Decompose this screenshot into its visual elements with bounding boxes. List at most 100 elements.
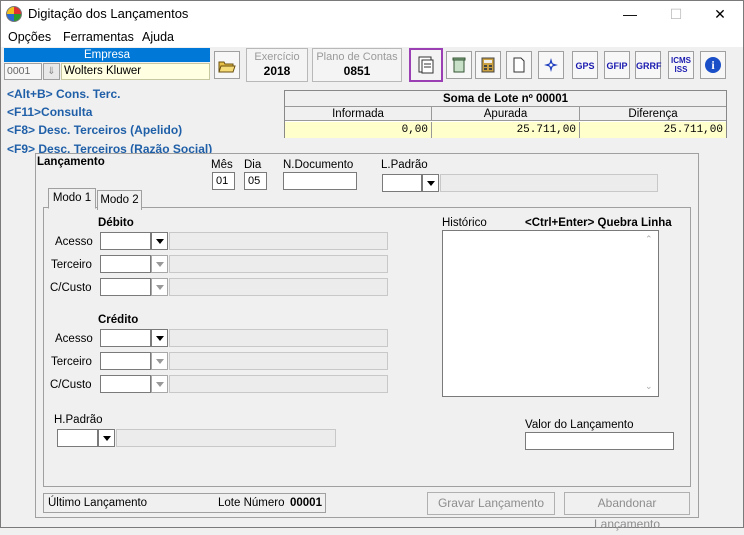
debito-ccusto-description <box>169 278 388 296</box>
status-panel: Último Lançamento Lote Número 00001 <box>43 493 326 513</box>
lote-summary-table: Soma de Lote nº 00001 Informada Apurada … <box>284 90 727 138</box>
grrf-label: GRRF <box>636 61 662 71</box>
lote-col-apurada: Apurada <box>432 107 580 121</box>
compass-button[interactable] <box>538 51 564 79</box>
historico-label: Histórico <box>442 217 487 229</box>
hpadrao-label: H.Padrão <box>54 414 103 426</box>
lpadrao-label: L.Padrão <box>381 159 428 171</box>
credito-acesso-input[interactable] <box>100 329 151 347</box>
credito-terceiro-dropdown[interactable] <box>151 352 168 370</box>
menu-opcoes[interactable]: Opções <box>8 30 51 44</box>
lote-col-diferenca: Diferença <box>580 107 726 121</box>
valor-label: Valor do Lançamento <box>525 419 634 431</box>
menu-ajuda[interactable]: Ajuda <box>142 30 174 44</box>
debito-acesso-dropdown[interactable] <box>151 232 168 250</box>
lote-numero-value: 00001 <box>290 497 322 509</box>
open-folder-button[interactable] <box>214 51 240 79</box>
open-folder-icon <box>218 61 236 73</box>
lote-value-informada: 0,00 <box>285 122 432 138</box>
grrf-button[interactable]: GRRF <box>635 51 662 79</box>
title-bar: Digitação dos Lançamentos — ☐ ✕ <box>1 1 743 27</box>
abandonar-lancamento-button[interactable]: Abandonar Lançamento <box>564 492 690 531</box>
menu-ferramentas[interactable]: Ferramentas <box>63 30 134 44</box>
mes-input[interactable]: 01 <box>212 172 235 190</box>
scroll-up-icon[interactable]: ⌃ <box>645 234 653 245</box>
gps-button[interactable]: GPS <box>572 51 598 79</box>
credito-title: Crédito <box>98 314 139 326</box>
credito-ccusto-dropdown[interactable] <box>151 375 168 393</box>
info-button[interactable]: i <box>700 51 726 79</box>
lote-value-apurada: 25.711,00 <box>432 122 580 138</box>
exercicio-panel: Exercício 2018 <box>246 48 308 82</box>
gfip-button[interactable]: GFIP <box>604 51 630 79</box>
gravar-lancamento-button[interactable]: Gravar Lançamento <box>427 492 555 515</box>
plano-panel: Plano de Contas 0851 <box>312 48 402 82</box>
dia-label: Dia <box>244 159 262 171</box>
plano-value: 0851 <box>343 64 371 78</box>
scroll-down-icon[interactable]: ⌄ <box>645 381 653 392</box>
debito-acesso-input[interactable] <box>100 232 151 250</box>
lote-title: Soma de Lote nº 00001 <box>285 91 726 107</box>
gfip-label: GFIP <box>606 61 628 71</box>
hotkey-consulta: <F11>Consulta <box>7 105 93 119</box>
debito-terceiro-dropdown[interactable] <box>151 255 168 273</box>
credito-ccusto-input[interactable] <box>100 375 151 393</box>
recycle-bin-icon <box>452 57 466 73</box>
hotkey-desc-apelido: <F8> Desc. Terceiros (Apelido) <box>7 123 183 137</box>
paste-document-icon <box>418 56 434 74</box>
debito-title: Débito <box>98 217 134 229</box>
mes-label: Mês <box>211 159 233 171</box>
window-title: Digitação dos Lançamentos <box>28 6 189 21</box>
lote-col-informada: Informada <box>285 107 432 121</box>
lpadrao-dropdown[interactable] <box>422 174 439 192</box>
icms-iss-label: ICMS ISS <box>671 56 691 74</box>
empresa-spin-icon[interactable]: ⇓ <box>43 63 60 80</box>
empresa-code-field[interactable]: 0001 <box>4 63 42 80</box>
lote-value-diferenca: 25.711,00 <box>580 122 726 138</box>
credito-ccusto-description <box>169 375 388 393</box>
lote-numero-label: Lote Número <box>218 497 285 509</box>
lpadrao-description <box>440 174 658 192</box>
debito-ccusto-dropdown[interactable] <box>151 278 168 296</box>
blank-document-icon <box>513 57 525 73</box>
maximize-button[interactable]: ☐ <box>653 1 699 27</box>
empresa-name-field: Wolters Kluwer <box>61 63 210 80</box>
historico-textarea[interactable]: ⌃ ⌄ <box>442 230 659 397</box>
compass-icon <box>544 58 558 72</box>
lpadrao-input[interactable] <box>382 174 422 192</box>
ultimo-lancamento-label: Último Lançamento <box>48 497 148 509</box>
exercicio-value: 2018 <box>263 64 291 78</box>
empresa-header: Empresa <box>4 48 210 62</box>
credito-acesso-label: Acesso <box>55 333 93 345</box>
icms-iss-button[interactable]: ICMS ISS <box>668 51 694 79</box>
debito-terceiro-input[interactable] <box>100 255 151 273</box>
debito-terceiro-label: Terceiro <box>51 259 92 271</box>
info-icon: i <box>705 57 721 73</box>
minimize-button[interactable]: — <box>607 1 653 27</box>
credito-acesso-dropdown[interactable] <box>151 329 168 347</box>
close-button[interactable]: ✕ <box>697 1 743 27</box>
menu-bar: Opções Ferramentas Ajuda <box>1 27 743 47</box>
paste-document-button[interactable] <box>409 48 443 82</box>
historico-scrollbar[interactable]: ⌃ ⌄ <box>642 231 658 396</box>
hpadrao-input[interactable] <box>57 429 98 447</box>
plano-label: Plano de Contas <box>316 51 398 63</box>
tab-modo-1[interactable]: Modo 1 <box>48 188 96 209</box>
blank-document-button[interactable] <box>506 51 532 79</box>
tab-modo-2[interactable]: Modo 2 <box>97 190 142 210</box>
calculator-button[interactable] <box>475 51 501 79</box>
credito-terceiro-input[interactable] <box>100 352 151 370</box>
credito-ccusto-label: C/Custo <box>50 379 92 391</box>
exercicio-label: Exercício <box>254 51 300 63</box>
debito-ccusto-input[interactable] <box>100 278 151 296</box>
ndocumento-input[interactable] <box>283 172 357 190</box>
app-icon <box>6 6 22 22</box>
dia-input[interactable]: 05 <box>244 172 267 190</box>
credito-acesso-description <box>169 329 388 347</box>
valor-input[interactable] <box>525 432 674 450</box>
debito-acesso-label: Acesso <box>55 236 93 248</box>
debito-terceiro-description <box>169 255 388 273</box>
hpadrao-dropdown[interactable] <box>98 429 115 447</box>
hpadrao-description <box>116 429 336 447</box>
recycle-button[interactable] <box>446 51 472 79</box>
